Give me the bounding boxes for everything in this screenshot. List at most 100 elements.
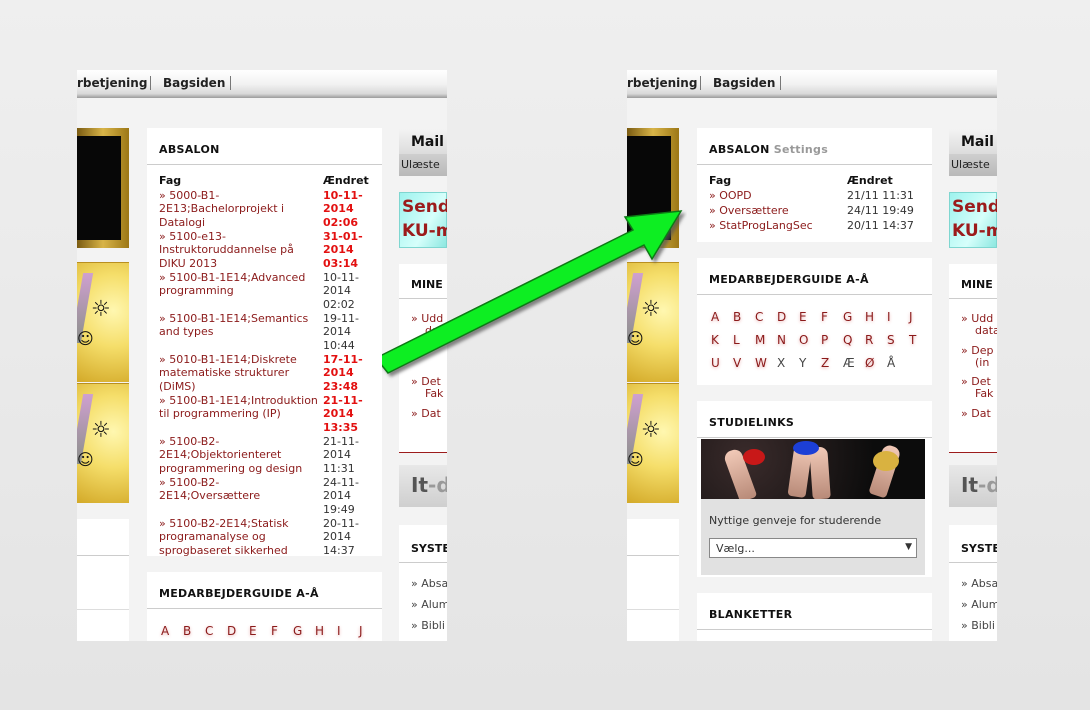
mine-link-cont[interactable]: Fak	[975, 388, 993, 400]
decorative-tile: ☼ ☺	[627, 383, 679, 503]
letter-link[interactable]: E	[249, 624, 257, 638]
col-aendret: Ændret	[847, 174, 893, 187]
course-date: 24/11 19:49	[847, 204, 914, 217]
course-link[interactable]: » 5100-e13-Instruktoruddannelse på DIKU …	[159, 230, 319, 270]
title-rule	[399, 562, 447, 563]
system-link[interactable]: » Absa	[411, 578, 447, 590]
letter-link[interactable]: Q	[843, 333, 852, 347]
letter-link[interactable]: Y	[799, 356, 806, 370]
course-link[interactable]: » Oversættere	[709, 204, 789, 218]
letter-link[interactable]: Ø	[865, 356, 874, 370]
system-link[interactable]: » Bibli	[411, 620, 445, 632]
it-department-banner[interactable]: It-d	[399, 465, 447, 507]
col-fag: Fag	[709, 174, 732, 187]
letter-link[interactable]: Æ	[843, 356, 855, 370]
students-hands-image	[701, 439, 925, 499]
gear-icon: ☼	[91, 418, 111, 443]
letter-link[interactable]: A	[161, 624, 169, 638]
letter-link[interactable]: P	[821, 333, 828, 347]
mine-link-cont[interactable]: (in	[975, 357, 989, 369]
course-link[interactable]: » OOPD	[709, 189, 752, 203]
smiley-icon: ☺	[77, 450, 94, 469]
mine-link[interactable]: » Dat	[411, 408, 441, 420]
course-date: 17-11-2014 23:48	[323, 353, 363, 393]
letter-link[interactable]: G	[293, 624, 302, 638]
letter-link[interactable]: U	[711, 356, 720, 370]
course-link[interactable]: » 5100-B2-2E14;Statisk programanalyse og…	[159, 517, 319, 557]
banner-line2: KU-m	[952, 221, 997, 241]
letter-link[interactable]: T	[909, 333, 916, 347]
system-link[interactable]: » Alum	[961, 599, 997, 611]
letter-link[interactable]: D	[227, 624, 236, 638]
alphabet-row: A B C D E F G H I J	[159, 624, 374, 640]
letter-link[interactable]: I	[337, 624, 341, 638]
mail-title[interactable]: Mail	[399, 128, 447, 154]
mail-unread[interactable]: Ulæste	[949, 154, 997, 176]
letter-link[interactable]: I	[887, 310, 891, 324]
nav-item-selvbetjening[interactable]: rbetjening	[77, 76, 147, 90]
course-link[interactable]: » 5010-B1-1E14;Diskrete matematiske stru…	[159, 353, 319, 393]
guide-title: MEDARBEJDERGUIDE A-Å	[159, 587, 319, 600]
absalon-title: ABSALON	[159, 143, 220, 156]
letter-link[interactable]: C	[205, 624, 213, 638]
systems-title: SYSTE	[961, 542, 997, 555]
course-date: 20/11 14:37	[847, 219, 914, 232]
letter-link[interactable]: H	[865, 310, 874, 324]
course-date: 21-11-2014 11:31	[323, 435, 359, 475]
letter-link[interactable]: F	[821, 310, 828, 324]
studielinks-select[interactable]: Vælg... ▼	[709, 538, 917, 558]
letter-link[interactable]: O	[799, 333, 808, 347]
settings-link[interactable]: Settings	[774, 143, 828, 156]
title-rule	[697, 164, 932, 165]
send-ku-mail-banner[interactable]: Send KU-m	[949, 192, 997, 248]
course-link[interactable]: » 5100-B2-2E14;Oversættere	[159, 476, 319, 503]
letter-link[interactable]: F	[271, 624, 278, 638]
letter-link[interactable]: N	[777, 333, 786, 347]
hero-image: ☼ ☺ ☼ ☺	[77, 128, 129, 504]
letter-link[interactable]: L	[733, 333, 740, 347]
course-link[interactable]: » 5100-B1-1E14;Advanced programming	[159, 271, 319, 298]
mail-title[interactable]: Mail	[949, 128, 997, 154]
course-link[interactable]: » 5000-B1-2E13;Bachelorprojekt i Datalog…	[159, 189, 319, 229]
system-link[interactable]: » Bibli	[961, 620, 995, 632]
letter-link[interactable]: A	[711, 310, 719, 324]
mine-link-cont[interactable]: data	[975, 325, 997, 337]
it-department-banner[interactable]: It-d	[949, 465, 997, 507]
title-rule	[949, 298, 997, 299]
letter-link[interactable]: K	[711, 333, 719, 347]
right-column: Mail Ulæste Send KU-m MINE » Udd data » …	[949, 128, 997, 641]
nav-item-bagsiden[interactable]: Bagsiden	[163, 76, 225, 90]
letter-link[interactable]: W	[755, 356, 767, 370]
nav-item-selvbetjening[interactable]: rbetjening	[627, 76, 697, 90]
letter-link[interactable]: E	[799, 310, 807, 324]
letter-link[interactable]: H	[315, 624, 324, 638]
nav-divider	[150, 76, 151, 90]
letter-link[interactable]: Z	[821, 356, 829, 370]
gear-icon: ☼	[91, 297, 111, 322]
course-link[interactable]: » 5100-B1-1E14;Semantics and types	[159, 312, 319, 339]
letter-link[interactable]: V	[733, 356, 741, 370]
letter-link[interactable]: D	[777, 310, 786, 324]
left-box	[627, 519, 679, 641]
letter-link[interactable]: R	[865, 333, 873, 347]
letter-link[interactable]: C	[755, 310, 763, 324]
course-link[interactable]: » 5100-B2-2E14;Objektorienteret programm…	[159, 435, 319, 475]
system-link[interactable]: » Absa	[961, 578, 997, 590]
letter-link[interactable]: Å	[887, 356, 895, 370]
letter-link[interactable]: M	[755, 333, 765, 347]
letter-link[interactable]: J	[359, 624, 363, 638]
letter-link[interactable]: B	[733, 310, 741, 324]
mine-link[interactable]: » Dat	[961, 408, 991, 420]
course-link[interactable]: » 5100-B1-1E14;Introduktion til programm…	[159, 394, 319, 421]
letter-link[interactable]: B	[183, 624, 191, 638]
decorative-tile: ☼ ☺	[77, 383, 129, 503]
letter-link[interactable]: G	[843, 310, 852, 324]
nav-item-bagsiden[interactable]: Bagsiden	[713, 76, 775, 90]
mail-unread[interactable]: Ulæste	[399, 154, 447, 176]
letter-link[interactable]: J	[909, 310, 913, 324]
course-link[interactable]: » StatProgLangSec	[709, 219, 813, 233]
letter-link[interactable]: S	[887, 333, 895, 347]
chevron-down-icon: ▼	[905, 542, 912, 552]
letter-link[interactable]: X	[777, 356, 785, 370]
system-link[interactable]: » Alum	[411, 599, 447, 611]
